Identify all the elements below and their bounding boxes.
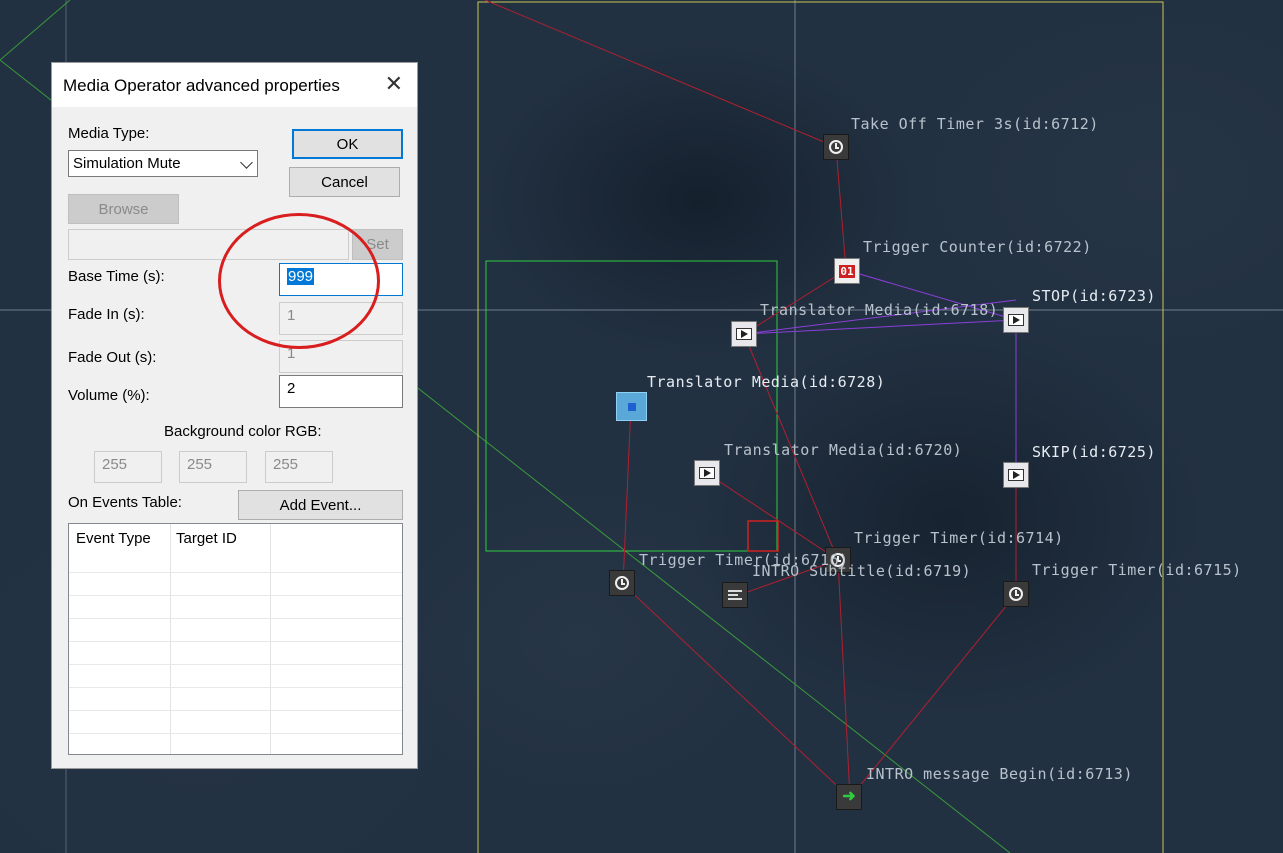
dialog-titlebar[interactable]: Media Operator advanced properties ✕	[52, 63, 417, 107]
base-time-value: 999	[287, 268, 315, 285]
column-divider	[170, 524, 171, 754]
subtitle-node[interactable]	[722, 582, 748, 608]
volume-label: Volume (%):	[68, 387, 150, 404]
bg-color-label: Background color RGB:	[164, 423, 322, 440]
media-icon	[736, 328, 752, 340]
node-label: Translator Media(id:6718)	[760, 301, 999, 319]
fade-in-label: Fade In (s):	[68, 306, 145, 323]
events-table[interactable]: Event Type Target ID	[68, 523, 403, 755]
node-label: Trigger Timer(id:6715)	[1032, 561, 1242, 579]
node-label: INTRO Subtitle(id:6719)	[752, 562, 972, 580]
events-table-label: On Events Table:	[68, 494, 182, 511]
column-header-event-type[interactable]: Event Type	[76, 530, 151, 547]
media-node[interactable]	[1003, 462, 1029, 488]
dialog-title: Media Operator advanced properties	[63, 76, 340, 95]
ok-button[interactable]: OK	[292, 129, 403, 159]
media-icon	[1008, 314, 1024, 326]
media-icon	[1008, 469, 1024, 481]
media-operator-dialog: Media Operator advanced properties ✕ Med…	[51, 62, 418, 769]
media-path-field[interactable]	[68, 229, 349, 260]
fade-out-label: Fade Out (s):	[68, 349, 157, 366]
chevron-down-icon	[240, 156, 253, 169]
node-label: STOP(id:6723)	[1032, 287, 1156, 305]
media-icon	[699, 467, 715, 479]
counter-icon: 01	[839, 264, 855, 278]
timer-node[interactable]	[1003, 581, 1029, 607]
timer-icon	[829, 140, 843, 154]
media-selected-icon	[627, 402, 636, 411]
table-header: Event Type Target ID	[69, 524, 402, 554]
row-divider	[69, 572, 402, 573]
node-label: Translator Media(id:6728)	[647, 373, 886, 391]
close-icon[interactable]: ✕	[385, 73, 403, 95]
entry-node[interactable]: ➜	[836, 784, 862, 810]
bg-red-field[interactable]: 255	[94, 451, 162, 483]
node-label: Trigger Counter(id:6722)	[863, 238, 1092, 256]
node-label: Trigger Timer(id:6714)	[854, 529, 1064, 547]
media-node[interactable]	[1003, 307, 1029, 333]
media-type-value: Simulation Mute	[73, 155, 181, 172]
volume-field[interactable]: 2	[279, 375, 403, 408]
row-divider	[69, 618, 402, 619]
bg-blue-field[interactable]: 255	[265, 451, 333, 483]
subtitle-icon	[728, 590, 742, 600]
column-divider	[270, 524, 271, 754]
node-label: Translator Media(id:6720)	[724, 441, 963, 459]
row-divider	[69, 641, 402, 642]
node-label: INTRO message Begin(id:6713)	[866, 765, 1133, 783]
media-node-selected[interactable]	[616, 392, 647, 421]
node-label: SKIP(id:6725)	[1032, 443, 1156, 461]
set-button[interactable]: Set	[352, 229, 403, 260]
base-time-field[interactable]: 999	[279, 263, 403, 296]
timer-icon	[1009, 587, 1023, 601]
media-node[interactable]	[731, 321, 757, 347]
row-divider	[69, 733, 402, 734]
entry-icon: ➜	[842, 788, 856, 805]
add-event-button[interactable]: Add Event...	[238, 490, 403, 520]
zone-boundary-line	[0, 0, 71, 61]
counter-node[interactable]: 01	[834, 258, 860, 284]
row-divider	[69, 687, 402, 688]
bg-green-field[interactable]: 255	[179, 451, 247, 483]
cancel-button[interactable]: Cancel	[289, 167, 400, 197]
column-header-target-id[interactable]: Target ID	[176, 530, 237, 547]
row-divider	[69, 710, 402, 711]
browse-button[interactable]: Browse	[68, 194, 179, 224]
media-type-select[interactable]: Simulation Mute	[68, 150, 258, 177]
timer-node[interactable]	[609, 570, 635, 596]
timer-icon	[615, 576, 629, 590]
media-type-label: Media Type:	[68, 125, 150, 142]
selection-marker	[747, 520, 779, 552]
timer-node[interactable]	[823, 134, 849, 160]
node-label: Take Off Timer 3s(id:6712)	[851, 115, 1099, 133]
fade-out-field[interactable]: 1	[279, 340, 403, 373]
fade-in-field[interactable]: 1	[279, 302, 403, 335]
row-divider	[69, 664, 402, 665]
base-time-label: Base Time (s):	[68, 268, 165, 285]
media-node[interactable]	[694, 460, 720, 486]
row-divider	[69, 595, 402, 596]
